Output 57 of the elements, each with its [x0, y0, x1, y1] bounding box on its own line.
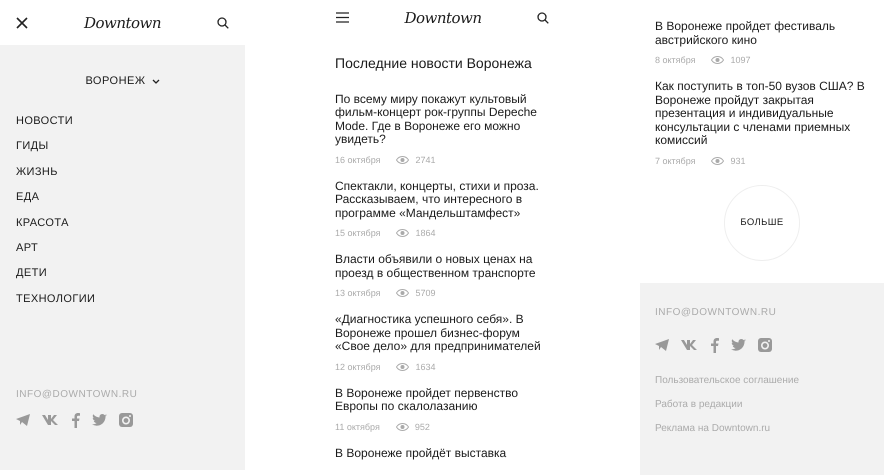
view-count: 1864 [415, 228, 436, 238]
article-title[interactable]: В Воронеже пройдёт выставка [335, 446, 550, 460]
article-date: 13 октября [335, 288, 380, 298]
article-date: 16 октября [335, 154, 380, 164]
camera-icon[interactable] [758, 338, 772, 352]
view-count: 1634 [415, 362, 436, 372]
paper-plane-icon[interactable] [655, 339, 669, 351]
article-date: 11 октября [335, 422, 380, 432]
eye-icon [711, 56, 724, 64]
logo[interactable]: Downtown [84, 14, 162, 32]
article-date: 8 октября [655, 55, 696, 65]
bird-icon[interactable] [92, 414, 107, 426]
menu-item[interactable]: АРТ [16, 242, 38, 254]
chevron-icon [152, 78, 160, 84]
article-title[interactable]: Власти объявили о новых ценах на проезд в общественном транспорте [335, 253, 550, 280]
eye-icon [711, 156, 724, 164]
paper-plane-icon[interactable] [16, 414, 30, 426]
logo[interactable]: Downtown [404, 8, 482, 27]
close-icon[interactable] [16, 16, 28, 28]
camera-icon[interactable] [119, 413, 133, 428]
article-title[interactable]: По всему миру покажут культовый фильм-концерт рок-группы Depeche Mode. Где в Воронеже его можно увидеть? [335, 92, 550, 146]
facebook-icon[interactable] [711, 338, 719, 352]
search-icon[interactable] [217, 16, 229, 28]
eye-icon [396, 422, 409, 430]
eye-icon [396, 362, 410, 370]
menu-item[interactable]: ЕДА [16, 191, 40, 204]
view-count: 1097 [730, 55, 751, 65]
article-date: 7 октября [655, 156, 696, 166]
more-button[interactable]: БОЛЬШЕ [724, 184, 800, 260]
bird-icon[interactable] [731, 339, 746, 351]
menu-icon[interactable] [336, 12, 349, 24]
article-date: 12 октября [335, 362, 380, 372]
view-count: 2741 [415, 154, 436, 164]
menu-item[interactable]: ГИДЫ [16, 140, 49, 152]
article-title[interactable]: В Воронеже пройдет фестиваль австрийского кино [655, 20, 869, 47]
facebook-icon[interactable] [72, 412, 80, 428]
article-title[interactable]: Спектакли, концерты, стихи и проза. Рассказываем, что интересного в программе «Мандельштамфест» [335, 180, 550, 220]
eye-icon [396, 229, 410, 237]
article-title[interactable]: «Диагностика успешного себя». В Воронеже прошел бизнес-форум «Свое дело» для предпринимателей [335, 313, 550, 354]
search-icon[interactable] [537, 12, 549, 24]
menu-item[interactable]: КРАСОТА [16, 216, 69, 229]
menu-item[interactable]: ТЕХНОЛОГИИ [16, 292, 96, 305]
eye-icon [396, 289, 410, 297]
vk-icon[interactable] [42, 415, 60, 426]
article-date: 15 октября [335, 228, 380, 238]
vk-icon[interactable] [681, 340, 699, 350]
view-count: 952 [414, 422, 430, 432]
article-title[interactable]: Как поступить в топ-50 вузов США? В Воронеже пройдут закрытая презентация и индивидуальные консультации с членами приемных комиссий [655, 80, 869, 148]
view-count: 931 [730, 156, 746, 166]
menu-item[interactable]: ЖИЗНЬ [16, 166, 58, 178]
menu-item[interactable]: ДЕТИ [16, 267, 48, 280]
article-title[interactable]: В Воронеже пройдет первенство Европы по скалолазанию [335, 386, 550, 414]
menu-item[interactable]: НОВОСТИ [16, 115, 74, 127]
section-heading: Последние новости Воронежа [335, 54, 533, 70]
city-selector[interactable]: ВОРОНЕЖ [85, 75, 160, 87]
view-count: 5709 [415, 288, 436, 298]
eye-icon [396, 156, 410, 164]
